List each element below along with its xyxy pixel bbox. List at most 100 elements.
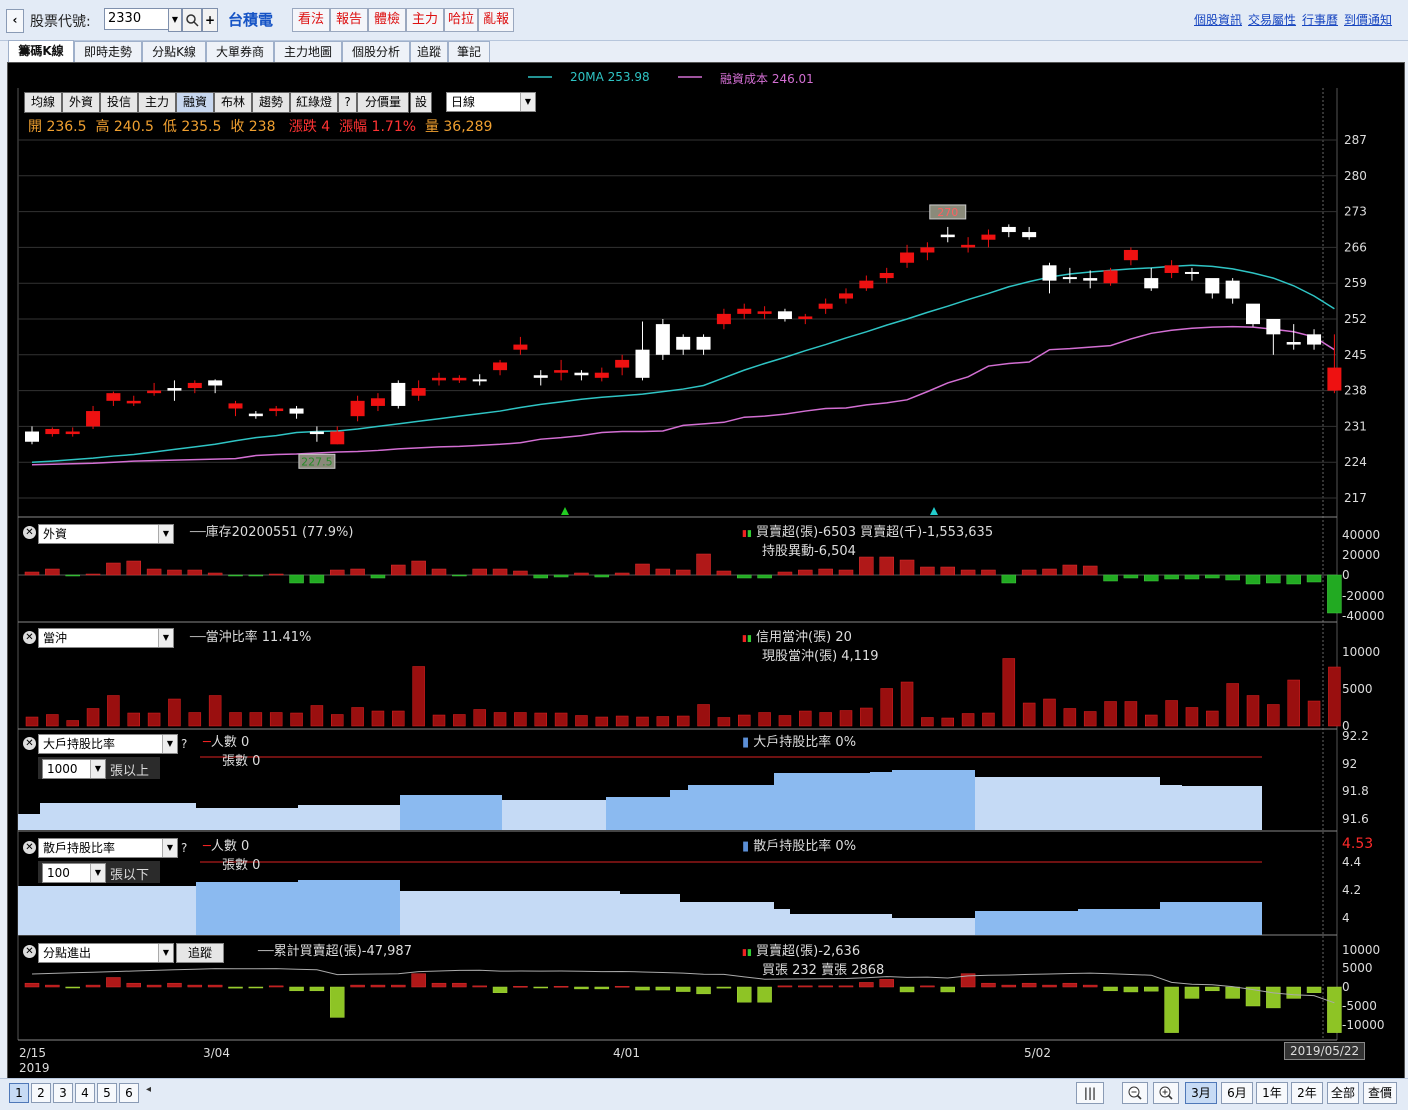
branch-bar [207,984,223,988]
foreign-bar [879,556,894,576]
daytrade-bar [127,712,140,727]
foreign-bar [228,574,243,577]
page-button-1[interactable]: 1 [9,1083,29,1103]
page-button-5[interactable]: 5 [97,1083,117,1103]
candle-body [900,252,915,263]
daytrade-info-1-text: 信用當沖(張) 20 [756,630,852,645]
branch-bar [777,985,793,988]
foreign-bar [655,568,671,576]
track-button[interactable]: 追蹤 [176,943,224,963]
candle-body [1266,319,1281,335]
close-big-holders-panel-icon[interactable]: ✕ [23,737,36,750]
branches-select-value: 分點進出 [43,946,92,960]
foreign-line-label: ──庫存20200551 (77.9%) [190,521,353,540]
branch-bar [248,986,264,989]
big-holders-ratio: ▮ 大戶持股比率 0% [742,731,856,750]
candle-body [1083,278,1098,281]
daytrade-bar [1287,679,1300,727]
daytrade-bar [839,710,853,727]
foreign-bar [106,562,121,576]
daytrade-bar [1328,666,1341,727]
range-button-3[interactable]: 2年 [1291,1082,1323,1104]
range-button-2[interactable]: 1年 [1256,1082,1288,1104]
branch-bar [838,985,854,988]
close-daytrade-panel-icon[interactable]: ✕ [23,631,36,644]
foreign-bar [1001,574,1017,584]
date-label-2: 3/04 [203,1046,230,1060]
candle-body [1144,278,1159,289]
big-holders-threshold-select[interactable]: 1000 ▼ [42,759,106,779]
scroll-left-icon[interactable]: ◂ [146,1084,151,1095]
foreign-bar [411,560,426,576]
candle-body [981,234,996,240]
daytrade-bar [493,712,507,727]
scrollbar-handle[interactable]: ||| [1076,1082,1104,1104]
big-holders-ratio-text: 大戶持股比率 0% [753,735,857,750]
branch-bar [553,985,569,988]
candle-body [269,408,284,412]
daytrade-panel-select[interactable]: 當沖 ▼ [38,628,174,648]
chevron-down-icon: ▼ [158,629,173,647]
range-button-4[interactable]: 全部 [1327,1082,1359,1104]
daytrade-bar [575,715,588,727]
branches-panel-select[interactable]: 分點進出 ▼ [38,943,174,963]
signal-marker-green [561,507,569,515]
close-branches-panel-icon[interactable]: ✕ [23,945,36,958]
daytrade-axis-label: 10000 [1342,645,1380,659]
chevron-down-icon: ▼ [90,864,105,882]
candle-body [45,428,60,435]
range-button-5[interactable]: 查價 [1363,1082,1397,1104]
help-icon[interactable]: ? [181,737,187,751]
retail-holders-threshold-select[interactable]: 100 ▼ [42,863,106,883]
candle-body [696,336,711,350]
branch-bar [330,986,345,1018]
foreign-bar [1164,574,1179,580]
foreign-line-label-text: 庫存20200551 (77.9%) [205,525,354,540]
daytrade-bar [392,710,405,727]
page-button-3[interactable]: 3 [53,1083,73,1103]
big-holders-axis-label: 91.8 [1342,784,1369,798]
branch-bar [45,984,60,988]
foreign-bar [126,560,141,576]
zoom-in-button[interactable] [1153,1082,1179,1104]
big-holders-people-text: 人數 0 [210,735,250,750]
branches-info-1-text: 買賣超(張)-2,636 [756,944,861,959]
retail-holders-panel-select[interactable]: 散戶持股比率 ▼ [38,838,178,858]
foreign-panel-select[interactable]: 外資 ▼ [38,524,174,544]
daytrade-bar [738,714,751,727]
candle-body [228,403,243,409]
candle-body [208,380,223,386]
daytrade-bar [351,707,364,727]
daytrade-bar [900,681,914,727]
page-button-6[interactable]: 6 [119,1083,139,1103]
daytrade-bar [46,714,59,727]
branch-bar [411,973,426,988]
foreign-bar [1062,564,1078,576]
big-holders-panel-select[interactable]: 大戶持股比率 ▼ [38,734,178,754]
branch-bar [1225,986,1240,999]
branch-bar [1042,984,1057,988]
candle-body [1164,265,1179,273]
branches-line-label-text: 累計買賣超(張)-47,987 [273,944,412,959]
foreign-bar [330,569,345,576]
page-button-4[interactable]: 4 [75,1083,95,1103]
retail-holders-ratio: ▮ 散戶持股比率 0% [742,835,856,854]
zoom-out-button[interactable] [1122,1082,1148,1104]
close-retail-holders-panel-icon[interactable]: ✕ [23,841,36,854]
branch-bar [1306,986,1322,993]
candle-body [554,370,569,373]
close-foreign-panel-icon[interactable]: ✕ [23,526,36,539]
daytrade-bar [860,707,873,727]
branch-bar [859,982,874,988]
range-button-1[interactable]: 6月 [1221,1082,1253,1104]
ma20-line [31,264,1335,463]
retail-holders-area [790,914,892,935]
range-button-0[interactable]: 3月 [1185,1082,1217,1104]
branch-bar [818,985,833,988]
branch-bar [167,982,182,988]
help-icon[interactable]: ? [181,841,187,855]
daytrade-bar [412,666,425,727]
candle-body [879,272,894,279]
page-button-2[interactable]: 2 [31,1083,51,1103]
branch-bar [574,986,589,990]
